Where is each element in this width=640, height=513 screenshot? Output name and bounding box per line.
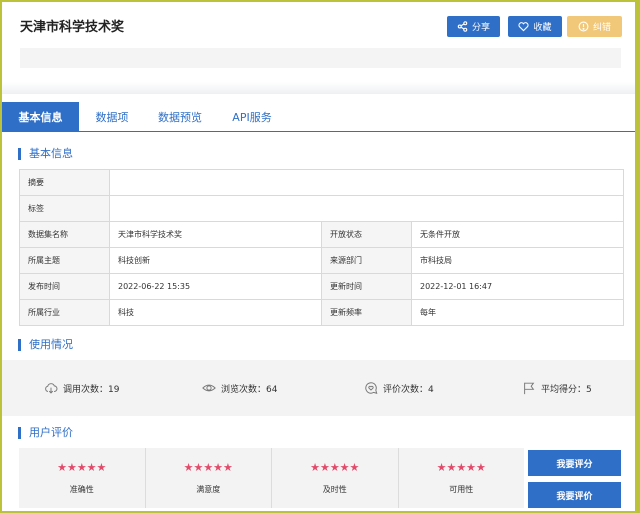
- cell-label: 开放状态: [321, 221, 412, 248]
- header-divider: [2, 82, 635, 94]
- comment-heart-icon: [365, 382, 378, 394]
- table-row: 标签: [19, 195, 624, 222]
- basic-info-table: 摘要 标签 数据集名称 天津市科学技术奖 开放状态 无条件开放 所属主题 科技创…: [19, 169, 624, 326]
- tab-bar: 基本信息 数据项 数据预览 API服务: [2, 102, 635, 132]
- eye-icon: [202, 384, 216, 392]
- views-count: 浏览次数：64: [221, 384, 278, 395]
- flag-icon: [524, 382, 535, 395]
- table-row: 摘要: [19, 169, 624, 196]
- average-score: 平均得分：5: [541, 384, 592, 395]
- page-title: 天津市科学技术奖: [20, 20, 125, 35]
- tab-api-service[interactable]: API服务: [220, 102, 284, 132]
- rating-accuracy: ★★★★★ 准确性: [19, 448, 146, 508]
- summary-value: [109, 169, 624, 196]
- calls-count: 调用次数：19: [63, 384, 120, 395]
- rating-label: 及时性: [322, 485, 347, 494]
- share-icon: [457, 21, 468, 32]
- tags-value: [109, 195, 624, 222]
- tab-basic-info[interactable]: 基本信息: [2, 102, 79, 132]
- cell-label: 所属主题: [19, 247, 110, 274]
- table-row: 所属主题 科技创新 来源部门 市科技局: [19, 247, 624, 274]
- stat-views: 浏览次数：64: [202, 360, 277, 416]
- ratings-panel: ★★★★★ 准确性 ★★★★★ 满意度 ★★★★★ 及时性 ★★★★★ 可用性: [19, 448, 524, 508]
- star-rating: ★★★★★: [310, 461, 360, 474]
- stat-score: 平均得分：5: [522, 360, 592, 416]
- cell-label: 数据集名称: [19, 221, 110, 248]
- tab-data-preview[interactable]: 数据预览: [148, 102, 212, 132]
- cell-value: 无条件开放: [411, 221, 624, 248]
- favorite-label: 收藏: [533, 23, 552, 33]
- cell-label: 来源部门: [321, 247, 412, 274]
- dataset-header: 天津市科学技术奖 分享 收藏 纠错: [2, 2, 635, 94]
- tags-label: 标签: [19, 195, 110, 222]
- cell-value: 科技创新: [109, 247, 322, 274]
- report-error-button[interactable]: 纠错: [567, 16, 622, 37]
- cell-label: 更新频率: [321, 299, 412, 326]
- cell-label: 发布时间: [19, 273, 110, 300]
- stat-calls: 调用次数：19: [44, 360, 119, 416]
- cell-value: 市科技局: [411, 247, 624, 274]
- cell-value: 每年: [411, 299, 624, 326]
- page-frame: 天津市科学技术奖 分享 收藏 纠错 基本信息 数据项 数据预览 API服务 基本…: [2, 2, 635, 511]
- section-title-basic: 基本信息: [18, 148, 73, 160]
- table-row: 数据集名称 天津市科学技术奖 开放状态 无条件开放: [19, 221, 624, 248]
- rating-usability: ★★★★★ 可用性: [399, 448, 525, 508]
- rating-label: 可用性: [449, 485, 474, 494]
- rating-timeliness: ★★★★★ 及时性: [272, 448, 399, 508]
- rating-label: 准确性: [69, 485, 94, 494]
- share-button[interactable]: 分享: [447, 16, 500, 37]
- section-title-review: 用户评价: [18, 427, 73, 439]
- rating-label: 满意度: [196, 485, 221, 494]
- heart-icon: [518, 22, 530, 32]
- summary-label: 摘要: [19, 169, 110, 196]
- cloud-download-icon: [45, 383, 58, 394]
- section-title-usage: 使用情况: [18, 339, 73, 351]
- star-rating: ★★★★★: [57, 461, 107, 474]
- cell-value: 科技: [109, 299, 322, 326]
- review-button[interactable]: 我要评价: [528, 482, 621, 508]
- favorite-button[interactable]: 收藏: [508, 16, 562, 37]
- cell-label: 更新时间: [321, 273, 412, 300]
- description-box: [20, 48, 621, 68]
- rate-button[interactable]: 我要评分: [528, 450, 621, 476]
- share-label: 分享: [471, 23, 490, 33]
- cell-value: 2022-12-01 16:47: [411, 273, 624, 300]
- star-rating: ★★★★★: [436, 461, 486, 474]
- table-row: 发布时间 2022-06-22 15:35 更新时间 2022-12-01 16…: [19, 273, 624, 300]
- reviews-count: 评价次数：4: [383, 384, 434, 395]
- star-rating: ★★★★★: [183, 461, 233, 474]
- report-icon: [578, 21, 589, 32]
- cell-label: 所属行业: [19, 299, 110, 326]
- rating-satisfaction: ★★★★★ 满意度: [146, 448, 272, 508]
- tab-data-items[interactable]: 数据项: [82, 102, 142, 132]
- report-label: 纠错: [592, 23, 611, 33]
- cell-value: 天津市科学技术奖: [109, 221, 322, 248]
- cell-value: 2022-06-22 15:35: [109, 273, 322, 300]
- usage-stats-bar: 调用次数：19 浏览次数：64 评价次数：4 平均得分：5: [2, 360, 635, 416]
- table-row: 所属行业 科技 更新频率 每年: [19, 299, 624, 326]
- stat-reviews: 评价次数：4: [364, 360, 434, 416]
